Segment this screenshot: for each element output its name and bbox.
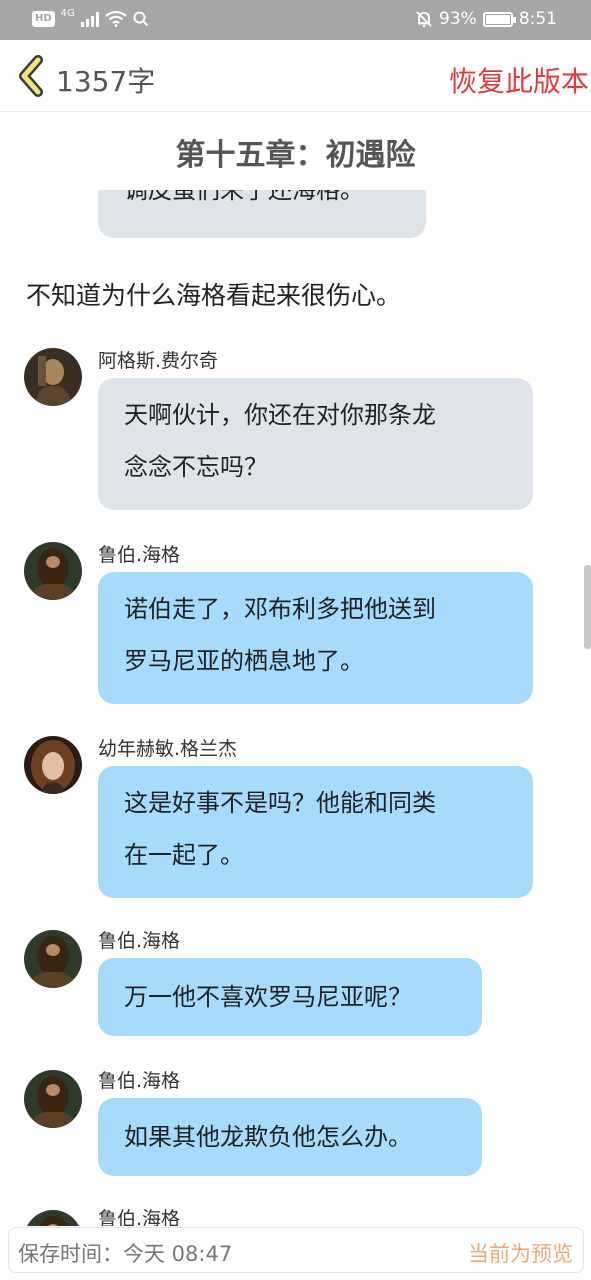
sender-name: 鲁伯.海格 bbox=[98, 544, 181, 566]
network-type: 4G bbox=[60, 7, 75, 19]
message-line: 如果其他龙欺负他怎么办。 bbox=[124, 1123, 412, 1151]
message-bubble: 这是好事不是吗？他能和同类 在一起了。 bbox=[98, 766, 533, 898]
chevron-left-icon[interactable] bbox=[14, 52, 48, 100]
bell-off-icon bbox=[416, 11, 432, 28]
avatar-hagrid[interactable] bbox=[24, 1210, 82, 1226]
message-bubble: 万一他不喜欢罗马尼亚呢？ bbox=[98, 958, 482, 1036]
sender-name: 鲁伯.海格 bbox=[98, 1070, 181, 1092]
message-bubble: 如果其他龙欺负他怎么办。 bbox=[98, 1098, 482, 1176]
avatar-hagrid[interactable] bbox=[24, 542, 82, 600]
message-bubble: 天啊伙计，你还在对你那条龙 念念不忘吗？ bbox=[98, 378, 533, 510]
sender-name: 阿格斯.费尔奇 bbox=[98, 350, 219, 372]
avatar-hagrid[interactable] bbox=[24, 1070, 82, 1128]
status-bar: HD 4G 93% 8:51 bbox=[0, 0, 591, 40]
avatar-filch[interactable] bbox=[24, 348, 82, 406]
message-bubble: 诺伯走了，邓布利多把他送到 罗马尼亚的栖息地了。 bbox=[98, 572, 533, 704]
hd-icon: HD bbox=[32, 10, 55, 27]
battery-percent: 93% bbox=[439, 9, 477, 29]
sender-name: 鲁伯.海格 bbox=[98, 930, 181, 952]
avatar-hermione[interactable] bbox=[24, 736, 82, 794]
chat-content[interactable]: 调皮蛋们来了还海格。 不知道为什么海格看起来很伤心。 阿格斯.费尔奇 天啊伙计，… bbox=[0, 190, 591, 1226]
top-bar: 1357字 恢复此版本 bbox=[0, 40, 591, 112]
message-line: 罗马尼亚的栖息地了。 bbox=[124, 647, 364, 675]
search-icon bbox=[133, 11, 149, 26]
preview-label: 当前为预览 bbox=[468, 1242, 573, 1266]
message-line: 念念不忘吗？ bbox=[124, 453, 268, 481]
narration-text: 不知道为什么海格看起来很伤心。 bbox=[26, 281, 402, 310]
wifi-icon bbox=[105, 10, 127, 27]
battery-icon bbox=[482, 11, 516, 27]
status-left: HD 4G bbox=[32, 7, 149, 27]
status-right: 93% 8:51 bbox=[415, 9, 557, 29]
sender-name: 鲁伯.海格 bbox=[98, 1208, 181, 1226]
signal-icon bbox=[80, 11, 99, 27]
message-text: 调皮蛋们来了还海格。 bbox=[124, 190, 364, 204]
scrollbar[interactable] bbox=[584, 565, 591, 649]
message-line: 天啊伙计，你还在对你那条龙 bbox=[124, 401, 436, 429]
message-line: 这是好事不是吗？他能和同类 bbox=[124, 789, 436, 817]
bottom-status-bar: 保存时间：今天 08:47 当前为预览 bbox=[8, 1227, 584, 1273]
sender-name: 幼年赫敏.格兰杰 bbox=[98, 738, 238, 760]
restore-version-button[interactable]: 恢复此版本 bbox=[449, 60, 589, 100]
avatar-hagrid[interactable] bbox=[24, 930, 82, 988]
message-line: 在一起了。 bbox=[124, 841, 244, 869]
word-count: 1357字 bbox=[56, 65, 156, 98]
clock: 8:51 bbox=[518, 9, 557, 29]
save-time: 保存时间：今天 08:47 bbox=[18, 1242, 233, 1266]
message-line: 诺伯走了，邓布利多把他送到 bbox=[124, 595, 436, 623]
partial-message-bubble: 调皮蛋们来了还海格。 bbox=[98, 190, 426, 238]
message-line: 万一他不喜欢罗马尼亚呢？ bbox=[124, 983, 412, 1011]
chapter-title: 第十五章：初遇险 bbox=[175, 138, 416, 173]
